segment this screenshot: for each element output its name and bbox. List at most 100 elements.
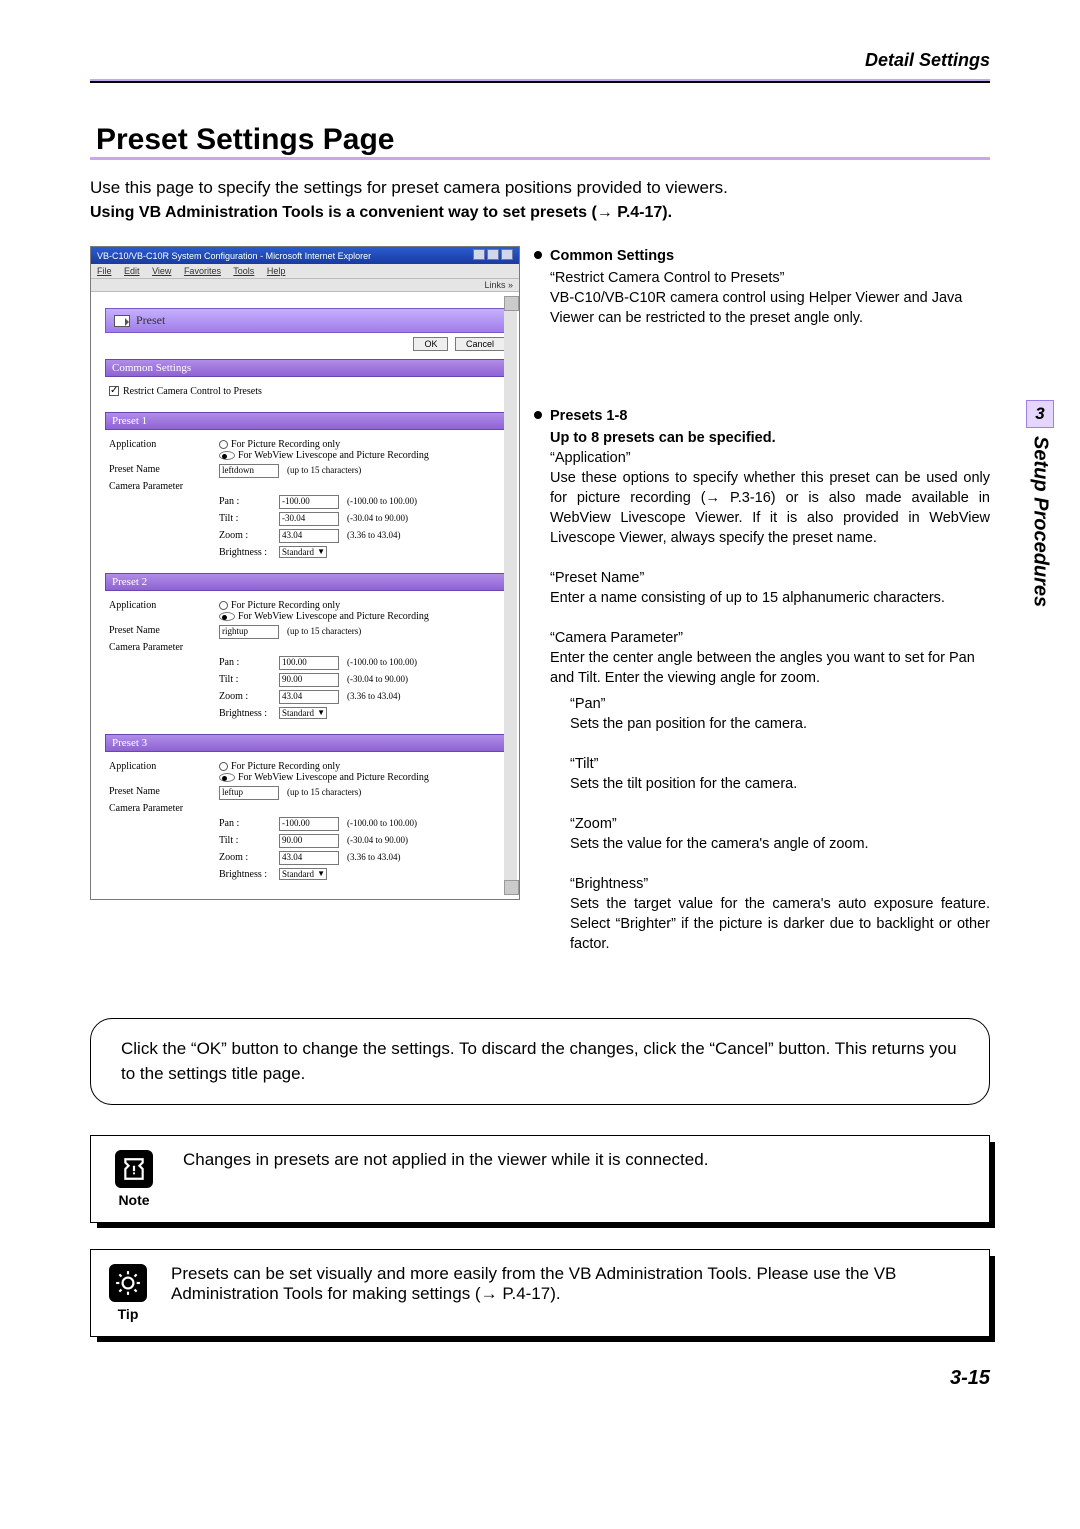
header-rule [90, 79, 990, 83]
zoom-label-3: Zoom : [219, 852, 279, 863]
tilt-label-3: Tilt : [219, 835, 279, 846]
tilt-input-1[interactable]: -30.04 [279, 512, 339, 526]
ie-links-bar[interactable]: Links » [91, 279, 519, 292]
note-icon [115, 1150, 153, 1188]
pan-input-3[interactable]: -100.00 [279, 817, 339, 831]
pan-hint-3: (-100.00 to 100.00) [347, 818, 417, 828]
brightness-select-3[interactable]: Standard [279, 868, 327, 880]
camera-param-label-2: Camera Parameter [109, 642, 219, 653]
brightness-h: “Brightness” [570, 874, 990, 894]
page-title: Preset Settings Page [90, 123, 990, 160]
radio-picture-only-2[interactable] [219, 601, 228, 610]
brightness-select-2[interactable]: Standard [279, 707, 327, 719]
brightness-label-3: Brightness : [219, 869, 279, 880]
menu-file[interactable]: File [97, 266, 112, 276]
pan-label-2: Pan : [219, 657, 279, 668]
application-label-3: Application [109, 761, 219, 772]
zoom-label-1: Zoom : [219, 530, 279, 541]
preset-name-hint-1: (up to 15 characters) [287, 465, 361, 475]
menu-help[interactable]: Help [267, 266, 286, 276]
preset-name-hint-3: (up to 15 characters) [287, 787, 361, 797]
ok-cancel-callout: Click the “OK” button to change the sett… [90, 1018, 990, 1105]
radio-both-3[interactable] [219, 773, 235, 782]
tilt-label-2: Tilt : [219, 674, 279, 685]
header-section-title: Detail Settings [90, 50, 990, 71]
tilt-input-3[interactable]: 90.00 [279, 834, 339, 848]
zoom-hint-3: (3.36 to 43.04) [347, 852, 401, 862]
radio-both-1[interactable] [219, 451, 235, 460]
preset-name-input-1[interactable]: leftdown [219, 464, 279, 478]
preset-name-input-3[interactable]: leftup [219, 786, 279, 800]
note-label: Note [118, 1192, 149, 1208]
tilt-hint-2: (-30.04 to 90.00) [347, 674, 408, 684]
tip-icon [109, 1264, 147, 1302]
preset-heading-text: Preset [136, 313, 165, 328]
scrollbar[interactable] [504, 296, 517, 895]
application-label-2: Application [109, 600, 219, 611]
tip-box: Tip Presets can be set visually and more… [90, 1249, 990, 1337]
pan-body: Sets the pan position for the camera. [570, 714, 990, 734]
preset-bar-1: Preset 1 [105, 412, 505, 430]
chapter-title: Setup Procedures [1029, 436, 1052, 607]
preset-name-label-2: Preset Name [109, 625, 219, 636]
pan-label-1: Pan : [219, 496, 279, 507]
explanation-column: Common Settings “Restrict Camera Control… [550, 246, 990, 972]
preset-name-body: Enter a name consisting of up to 15 alph… [550, 588, 990, 608]
zoom-input-1[interactable]: 43.04 [279, 529, 339, 543]
common-settings-l1: “Restrict Camera Control to Presets” [550, 268, 990, 288]
application-h: “Application” [550, 448, 990, 468]
zoom-input-3[interactable]: 43.04 [279, 851, 339, 865]
brightness-label-1: Brightness : [219, 547, 279, 558]
restrict-checkbox[interactable] [109, 386, 119, 396]
ie-menubar[interactable]: File Edit View Favorites Tools Help [91, 264, 519, 279]
note-box: Note Changes in presets are not applied … [90, 1135, 990, 1223]
zoom-hint-1: (3.36 to 43.04) [347, 530, 401, 540]
radio-both-2[interactable] [219, 612, 235, 621]
page-number: 3-15 [90, 1367, 990, 1390]
radio-label-1b: For WebView Livescope and Picture Record… [238, 450, 429, 461]
ie-body: Preset OK Cancel Common Settings Restric… [91, 292, 519, 899]
common-settings-bar: Common Settings [105, 359, 505, 377]
cancel-button[interactable]: Cancel [455, 337, 505, 351]
brightness-select-1[interactable]: Standard [279, 546, 327, 558]
presets-explain: Presets 1-8 Up to 8 presets can be speci… [550, 406, 990, 954]
preset-name-input-2[interactable]: rightup [219, 625, 279, 639]
tilt-hint-1: (-30.04 to 90.00) [347, 513, 408, 523]
screenshot-pane: VB-C10/VB-C10R System Configuration - Mi… [90, 246, 520, 972]
common-settings-explain: Common Settings “Restrict Camera Control… [550, 246, 990, 328]
tilt-hint-3: (-30.04 to 90.00) [347, 835, 408, 845]
preset-name-hint-2: (up to 15 characters) [287, 626, 361, 636]
common-settings-h: Common Settings [550, 246, 674, 266]
zoom-hint-2: (3.36 to 43.04) [347, 691, 401, 701]
pan-input-1[interactable]: -100.00 [279, 495, 339, 509]
radio-picture-only-3[interactable] [219, 762, 228, 771]
application-body: Use these options to specify whether thi… [550, 468, 990, 548]
ie-window-title: VB-C10/VB-C10R System Configuration - Mi… [97, 251, 371, 261]
preset-1-form: Application For Picture Recording only F… [105, 430, 505, 567]
preset-2-form: Application For Picture Recording only F… [105, 591, 505, 728]
preset-3-form: Application For Picture Recording only F… [105, 752, 505, 889]
window-controls[interactable] [471, 249, 513, 262]
radio-picture-only-1[interactable] [219, 440, 228, 449]
intro-text: Use this page to specify the settings fo… [90, 178, 990, 198]
radio-label-2a: For Picture Recording only [231, 600, 340, 611]
bullet-icon [534, 411, 542, 419]
radio-label-3b: For WebView Livescope and Picture Record… [238, 772, 429, 783]
ok-button[interactable]: OK [413, 337, 448, 351]
camera-param-h: “Camera Parameter” [550, 628, 990, 648]
menu-edit[interactable]: Edit [124, 266, 140, 276]
zoom-h: “Zoom” [570, 814, 990, 834]
ie-window: VB-C10/VB-C10R System Configuration - Mi… [90, 246, 520, 900]
tilt-input-2[interactable]: 90.00 [279, 673, 339, 687]
tip-text: Presets can be set visually and more eas… [171, 1264, 971, 1304]
pan-input-2[interactable]: 100.00 [279, 656, 339, 670]
camera-param-label-3: Camera Parameter [109, 803, 219, 814]
menu-view[interactable]: View [152, 266, 171, 276]
tilt-label-1: Tilt : [219, 513, 279, 524]
ie-titlebar: VB-C10/VB-C10R System Configuration - Mi… [91, 247, 519, 264]
zoom-input-2[interactable]: 43.04 [279, 690, 339, 704]
chapter-side-tab: 3 Setup Procedures [1010, 400, 1070, 607]
menu-favorites[interactable]: Favorites [184, 266, 221, 276]
presets-h: Presets 1-8 [550, 406, 627, 426]
menu-tools[interactable]: Tools [233, 266, 254, 276]
